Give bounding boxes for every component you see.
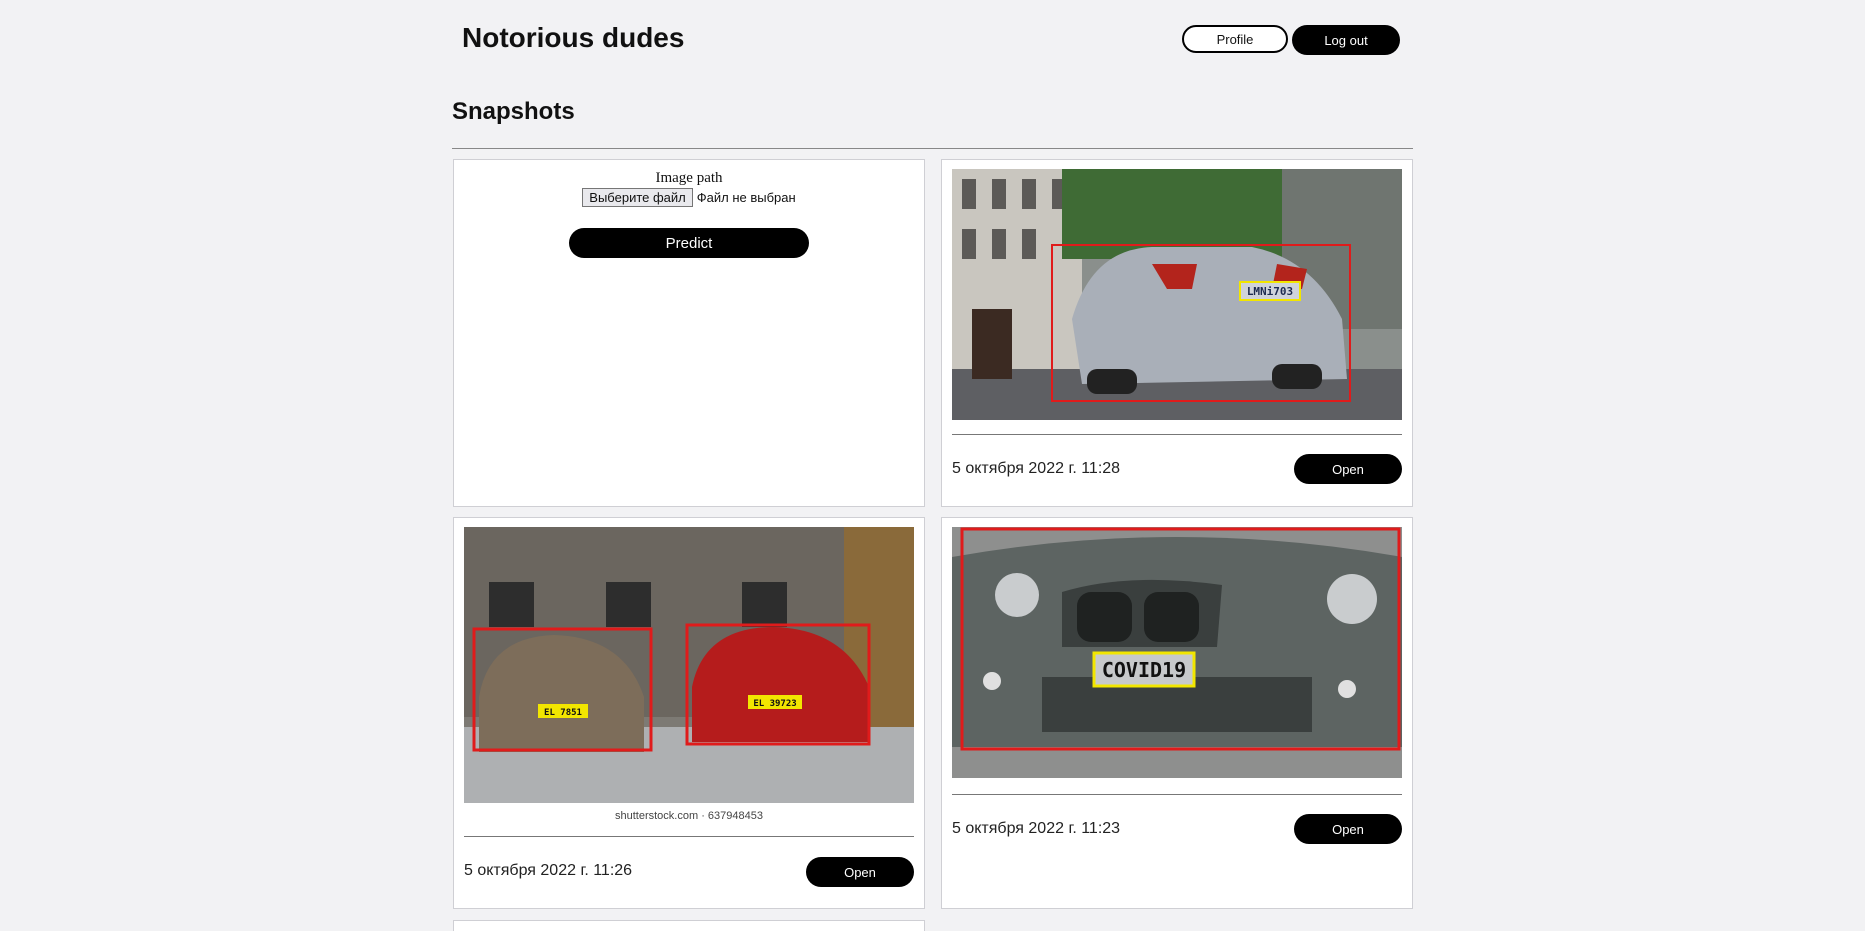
card-divider: [952, 434, 1402, 435]
image-path-label: Image path: [655, 170, 723, 186]
profile-button[interactable]: Profile: [1182, 25, 1288, 53]
upload-form: Image path Выберите файл Файл не выбран: [454, 170, 924, 207]
plate-label: EL 39723: [753, 699, 796, 709]
file-status-text: Файл не выбран: [696, 190, 796, 205]
open-button[interactable]: Open: [1294, 814, 1402, 844]
snapshot-timestamp: 5 октября 2022 г. 11:28: [952, 460, 1121, 477]
open-button[interactable]: Open: [806, 857, 914, 887]
plate-label: LMNi703: [1247, 285, 1293, 298]
snapshot-image[interactable]: LMNi703: [952, 169, 1402, 420]
card-divider: [464, 836, 914, 837]
snapshot-card: [453, 920, 925, 931]
snapshot-timestamp: 5 октября 2022 г. 11:23: [952, 820, 1121, 837]
logout-button[interactable]: Log out: [1292, 25, 1400, 55]
choose-file-button[interactable]: Выберите файл: [582, 188, 693, 207]
snapshot-card: COVID19 5 октября 2022 г. 11:23 Open: [941, 517, 1413, 909]
snapshot-card: EL 7851 EL 39723 shutterstock.com · 6379…: [453, 517, 925, 909]
snapshot-image[interactable]: EL 7851 EL 39723: [464, 527, 914, 803]
section-divider: [452, 148, 1413, 149]
card-divider: [952, 794, 1402, 795]
snapshot-image[interactable]: COVID19: [952, 527, 1402, 778]
upload-card: Image path Выберите файл Файл не выбран …: [453, 159, 925, 507]
section-title: Snapshots: [452, 98, 575, 125]
file-input[interactable]: Выберите файл Файл не выбран: [454, 188, 924, 207]
top-header: Notorious dudes Profile Log out: [462, 20, 1402, 60]
plate-label: COVID19: [1102, 658, 1186, 682]
site-title: Notorious dudes: [462, 22, 685, 53]
snapshot-timestamp: 5 октября 2022 г. 11:26: [464, 862, 633, 879]
image-caption: shutterstock.com · 637948453: [464, 805, 914, 827]
plate-label: EL 7851: [544, 708, 582, 718]
snapshot-card: LMNi703 5 октября 2022 г. 11:28 Open: [941, 159, 1413, 507]
open-button[interactable]: Open: [1294, 454, 1402, 484]
predict-button[interactable]: Predict: [569, 228, 809, 258]
